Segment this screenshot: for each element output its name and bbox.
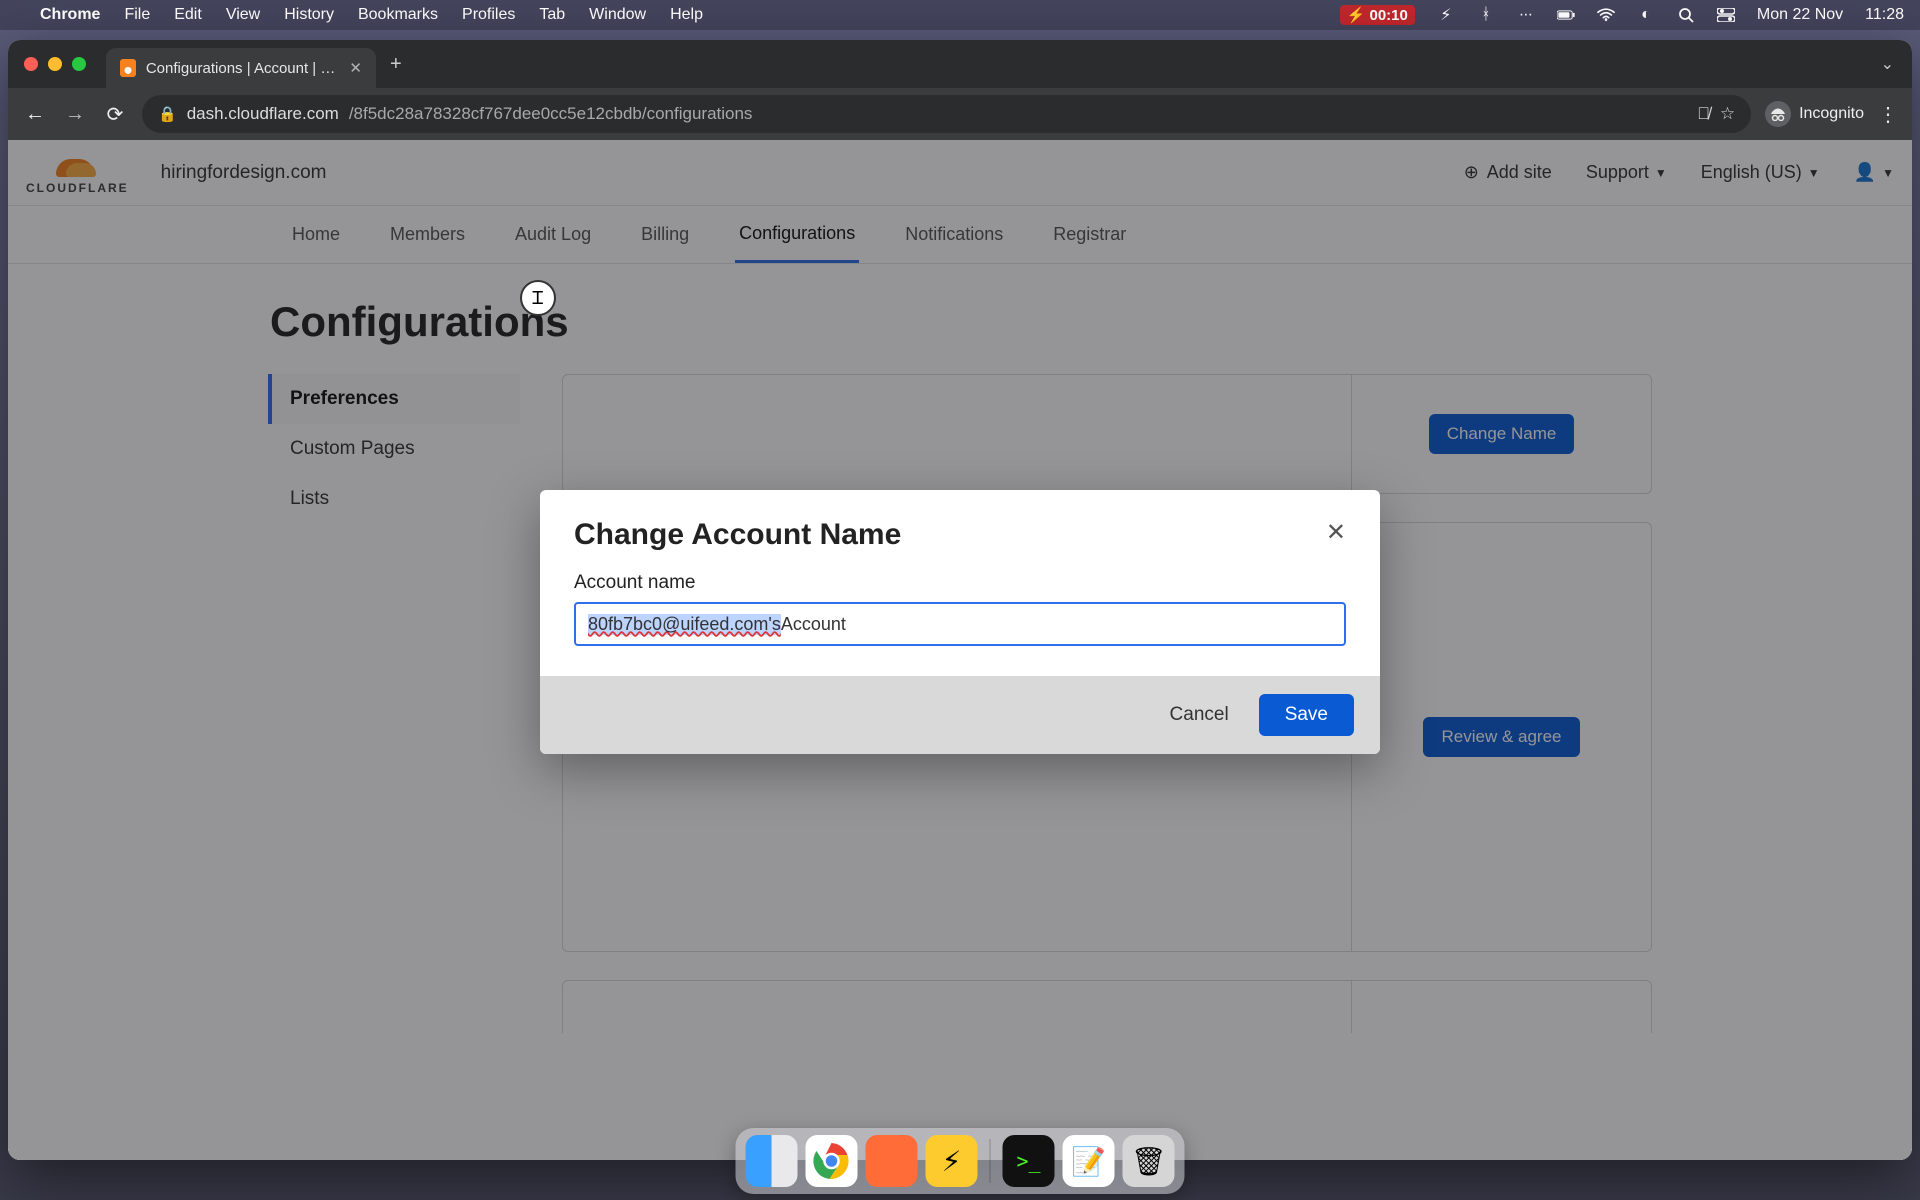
window-zoom-button[interactable] [72, 57, 86, 71]
account-name-rest-text: Account [781, 614, 846, 635]
menubar-bolt-icon[interactable]: ⚡︎ [1437, 6, 1455, 24]
menubar-window[interactable]: Window [589, 6, 646, 24]
modal-overlay[interactable]: Change Account Name ✕ Account name 80fb7… [8, 140, 1912, 1160]
text-cursor-indicator-icon: Ꮖ [520, 280, 556, 316]
tracking-icon[interactable]: 👁̸ [1697, 104, 1710, 124]
url-host: dash.cloudflare.com [187, 104, 339, 124]
account-name-selected-text: 80fb7bc0@uifeed.com's [588, 614, 781, 635]
menubar-view[interactable]: View [226, 6, 260, 24]
macos-menubar: Chrome File Edit View History Bookmarks … [0, 0, 1920, 30]
save-button[interactable]: Save [1259, 694, 1354, 736]
reload-button[interactable]: ⟳ [102, 102, 128, 127]
cancel-button[interactable]: Cancel [1150, 694, 1249, 736]
browser-tab-title: Configurations | Account | Clou… [146, 60, 340, 77]
tab-overflow-button[interactable]: ⌄ [1881, 54, 1912, 74]
change-account-name-modal: Change Account Name ✕ Account name 80fb7… [540, 490, 1380, 754]
cloudflare-favicon-icon [120, 59, 136, 77]
chrome-toolbar: ← → ⟳ 🔒 dash.cloudflare.com/8f5dc28a7832… [8, 88, 1912, 140]
chrome-window: Configurations | Account | Clou… ✕ + ⌄ ←… [8, 40, 1912, 1160]
incognito-indicator[interactable]: Incognito [1765, 101, 1864, 127]
address-bar[interactable]: 🔒 dash.cloudflare.com/8f5dc28a78328cf767… [142, 95, 1751, 133]
account-name-label: Account name [574, 572, 1346, 594]
dock-postman-icon[interactable] [866, 1135, 918, 1187]
chrome-menu-button[interactable]: ⋮ [1878, 102, 1898, 127]
menubar-bluetooth-icon[interactable]: ᚼ [1477, 6, 1495, 24]
menubar-time[interactable]: 11:28 [1865, 6, 1904, 24]
menubar-focus-icon[interactable]: ◐ [1637, 6, 1655, 24]
new-tab-button[interactable]: + [376, 53, 416, 76]
menubar-timer-value: 00:10 [1370, 7, 1408, 24]
dock-notes-icon[interactable]: 📝 [1063, 1135, 1115, 1187]
menubar-bookmarks[interactable]: Bookmarks [358, 6, 438, 24]
window-close-button[interactable] [24, 57, 38, 71]
dock-separator [990, 1139, 991, 1183]
menubar-profiles[interactable]: Profiles [462, 6, 515, 24]
modal-close-button[interactable]: ✕ [1326, 518, 1346, 547]
tab-close-icon[interactable]: ✕ [349, 59, 362, 77]
dock-terminal-icon[interactable]: >_ [1003, 1135, 1055, 1187]
bookmark-star-icon[interactable]: ☆ [1720, 104, 1735, 124]
dock-chrome-icon[interactable] [806, 1135, 858, 1187]
window-minimize-button[interactable] [48, 57, 62, 71]
browser-tab[interactable]: Configurations | Account | Clou… ✕ [106, 48, 376, 88]
lock-icon[interactable]: 🔒 [158, 105, 177, 123]
menubar-app[interactable]: Chrome [40, 6, 100, 24]
window-controls [24, 57, 86, 71]
incognito-icon [1765, 101, 1791, 127]
menubar-edit[interactable]: Edit [174, 6, 202, 24]
menubar-tab[interactable]: Tab [539, 6, 565, 24]
menubar-help[interactable]: Help [670, 6, 703, 24]
modal-title: Change Account Name [574, 518, 901, 552]
macos-dock: ⚡︎ >_ 📝 🗑 [736, 1128, 1185, 1194]
dock-finder-icon[interactable] [746, 1135, 798, 1187]
dock-trash-icon[interactable]: 🗑 [1123, 1135, 1175, 1187]
menubar-timer[interactable]: ⚡00:10 [1340, 5, 1415, 25]
menubar-history[interactable]: History [284, 6, 334, 24]
forward-button[interactable]: → [62, 103, 88, 126]
dock-app-icon[interactable]: ⚡︎ [926, 1135, 978, 1187]
menubar-wifi-icon[interactable] [1597, 6, 1615, 24]
cloudflare-page: CLOUDFLARE hiringfordesign.com ⊕ Add sit… [8, 140, 1912, 1160]
back-button[interactable]: ← [22, 103, 48, 126]
account-name-input[interactable]: 80fb7bc0@uifeed.com's Account [574, 602, 1346, 646]
menubar-date[interactable]: Mon 22 Nov [1757, 6, 1843, 24]
url-path: /8f5dc28a78328cf767dee0cc5e12cbdb/config… [349, 104, 753, 124]
menubar-file[interactable]: File [124, 6, 150, 24]
menubar-control-center-icon[interactable] [1717, 6, 1735, 24]
menubar-search-icon[interactable] [1677, 6, 1695, 24]
incognito-label: Incognito [1799, 105, 1864, 123]
menubar-battery-icon[interactable] [1557, 6, 1575, 24]
menubar-dots-icon[interactable]: ∙∙∙ [1517, 6, 1535, 24]
chrome-tabstrip: Configurations | Account | Clou… ✕ + ⌄ [8, 40, 1912, 88]
